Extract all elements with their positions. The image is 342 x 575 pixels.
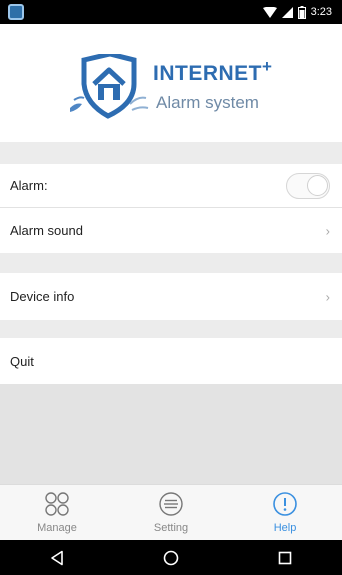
shield-house-logo-icon xyxy=(70,54,149,119)
tab-help[interactable]: Help xyxy=(228,485,342,540)
recents-button[interactable] xyxy=(255,540,315,575)
alarm-toggle[interactable] xyxy=(286,172,330,199)
wifi-icon xyxy=(262,6,277,18)
signal-icon xyxy=(281,6,293,18)
chevron-right-icon: › xyxy=(325,289,330,304)
status-icons: 3:23 xyxy=(262,4,332,20)
tab-manage-label: Manage xyxy=(37,522,77,534)
section-gap xyxy=(0,320,342,338)
battery-icon xyxy=(297,5,306,19)
home-button[interactable] xyxy=(141,540,201,575)
tab-manage[interactable]: Manage xyxy=(0,485,114,540)
device-info-label: Device info xyxy=(10,289,75,304)
back-button[interactable] xyxy=(27,540,87,575)
system-nav-bar xyxy=(0,540,342,575)
tab-setting[interactable]: Setting xyxy=(114,485,228,540)
quit-row[interactable]: Quit xyxy=(0,338,342,384)
list-circle-icon xyxy=(159,492,183,516)
app-notification-icon xyxy=(8,4,24,20)
chevron-right-icon: › xyxy=(325,223,330,238)
bottom-tab-bar: Manage Setting Help xyxy=(0,484,342,540)
tab-setting-label: Setting xyxy=(153,522,189,534)
toggle-knob xyxy=(307,174,328,196)
section-gap xyxy=(0,253,342,273)
tab-help-label: Help xyxy=(273,522,297,534)
alarm-sound-row[interactable]: Alarm sound › xyxy=(0,208,342,253)
section-gap xyxy=(0,142,342,164)
grid-circles-icon xyxy=(45,492,69,516)
brand-subtitle: Alarm system xyxy=(156,93,259,112)
status-time: 3:23 xyxy=(310,6,332,18)
alarm-row: Alarm: xyxy=(0,164,342,207)
alarm-label: Alarm: xyxy=(10,178,48,193)
exclamation-circle-icon xyxy=(273,492,297,516)
quit-label: Quit xyxy=(10,353,34,369)
app-header: INTERNET + Alarm system xyxy=(0,24,342,142)
device-info-row[interactable]: Device info › xyxy=(0,273,342,320)
brand-plus: + xyxy=(262,57,272,76)
back-icon xyxy=(51,550,63,565)
brand-title: INTERNET xyxy=(153,62,262,85)
empty-area xyxy=(0,384,342,484)
home-icon xyxy=(163,550,179,565)
alarm-sound-label: Alarm sound xyxy=(10,223,83,238)
recents-icon xyxy=(278,551,292,564)
status-bar: 3:23 xyxy=(0,0,342,24)
